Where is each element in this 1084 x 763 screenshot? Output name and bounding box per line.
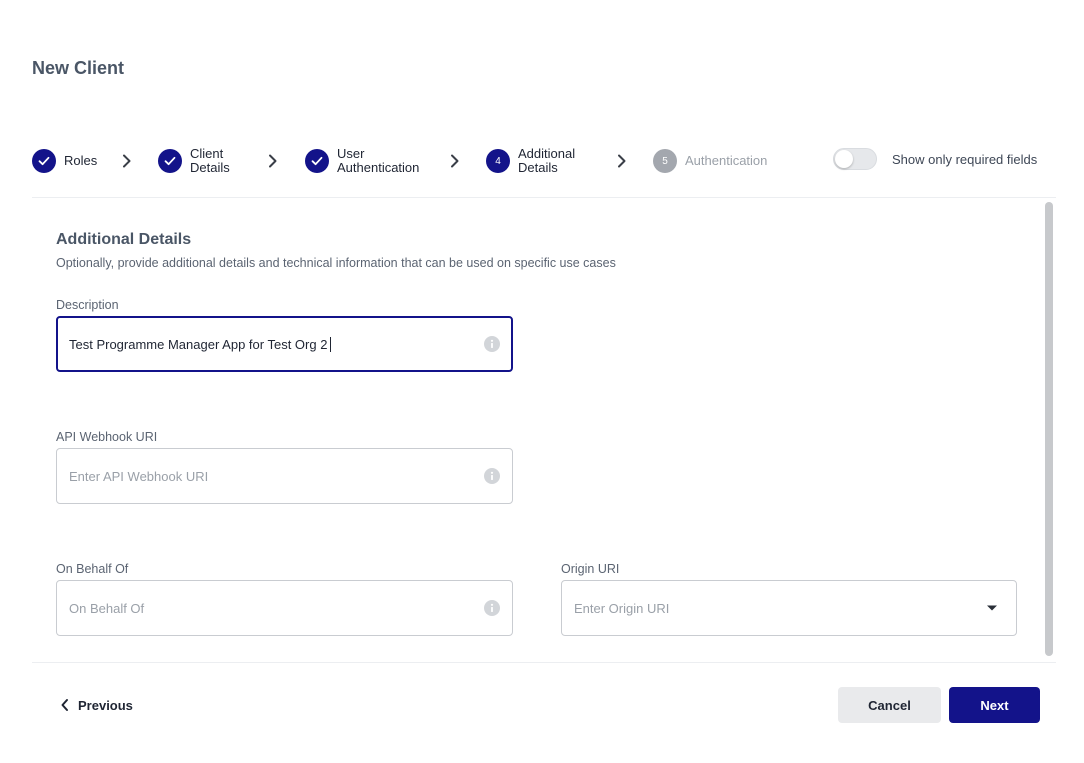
scrollbar-thumb[interactable] [1045,202,1053,656]
origin-uri-placeholder: Enter Origin URI [574,600,670,616]
chevron-right-icon [618,154,626,168]
step-user-authentication[interactable]: User Authentication [305,140,432,182]
step-authentication[interactable]: 5 Authentication [653,140,795,182]
text-caret [330,336,332,352]
check-icon [32,149,56,173]
previous-button[interactable]: Previous [60,693,133,717]
required-fields-toggle[interactable] [833,148,877,170]
step-label: Client Details [190,146,230,175]
step-roles[interactable]: Roles [32,140,164,182]
info-icon[interactable] [484,468,500,484]
api-webhook-uri-label: API Webhook URI [56,430,158,444]
step-client-details[interactable]: Client Details [158,140,260,182]
section-subtitle: Optionally, provide additional details a… [56,256,616,270]
toggle-label: Show only required fields [892,151,1038,167]
toggle-knob [835,150,853,168]
content-scrollbar[interactable] [1043,200,1055,660]
previous-label: Previous [78,697,133,713]
step-label: Roles [64,153,98,168]
dialog-title: New Client [32,58,125,78]
chevron-right-icon [269,154,277,168]
required-fields-toggle-wrap: Show only required fields [833,148,1037,170]
chevron-left-icon [61,699,68,711]
step-label: User Authentication [337,146,420,175]
new-client-dialog: New Client Roles Client Details User Aut… [0,0,1084,763]
api-webhook-uri-field[interactable]: Enter API Webhook URI [56,448,513,504]
step-label: Additional Details [518,146,576,175]
chevron-right-icon [123,154,131,168]
description-field[interactable]: Test Programme Manager App for Test Org … [56,316,513,372]
check-icon [158,149,182,173]
divider [32,197,1056,198]
check-icon [305,149,329,173]
on-behalf-of-placeholder: On Behalf Of [69,600,145,616]
next-button[interactable]: Next [949,687,1040,723]
info-icon[interactable] [484,336,500,352]
description-label: Description [56,298,119,312]
caret-down-icon[interactable] [986,604,998,612]
step-number: 5 [653,149,677,173]
chevron-right-icon [451,154,459,168]
step-number: 4 [486,149,510,173]
on-behalf-of-field[interactable]: On Behalf Of [56,580,513,636]
info-icon[interactable] [484,600,500,616]
step-additional-details[interactable]: 4 Additional Details [486,140,588,182]
on-behalf-of-label: On Behalf Of [56,562,129,576]
description-value: Test Programme Manager App for Test Org … [69,336,484,352]
cancel-button[interactable]: Cancel [838,687,941,723]
stepper: Roles Client Details User Authentication… [32,140,812,182]
step-label: Authentication [685,153,768,168]
api-webhook-uri-placeholder: Enter API Webhook URI [69,468,209,484]
divider [32,662,1056,663]
origin-uri-select[interactable]: Enter Origin URI [561,580,1017,636]
origin-uri-label: Origin URI [561,562,620,576]
section-title: Additional Details [56,231,192,248]
